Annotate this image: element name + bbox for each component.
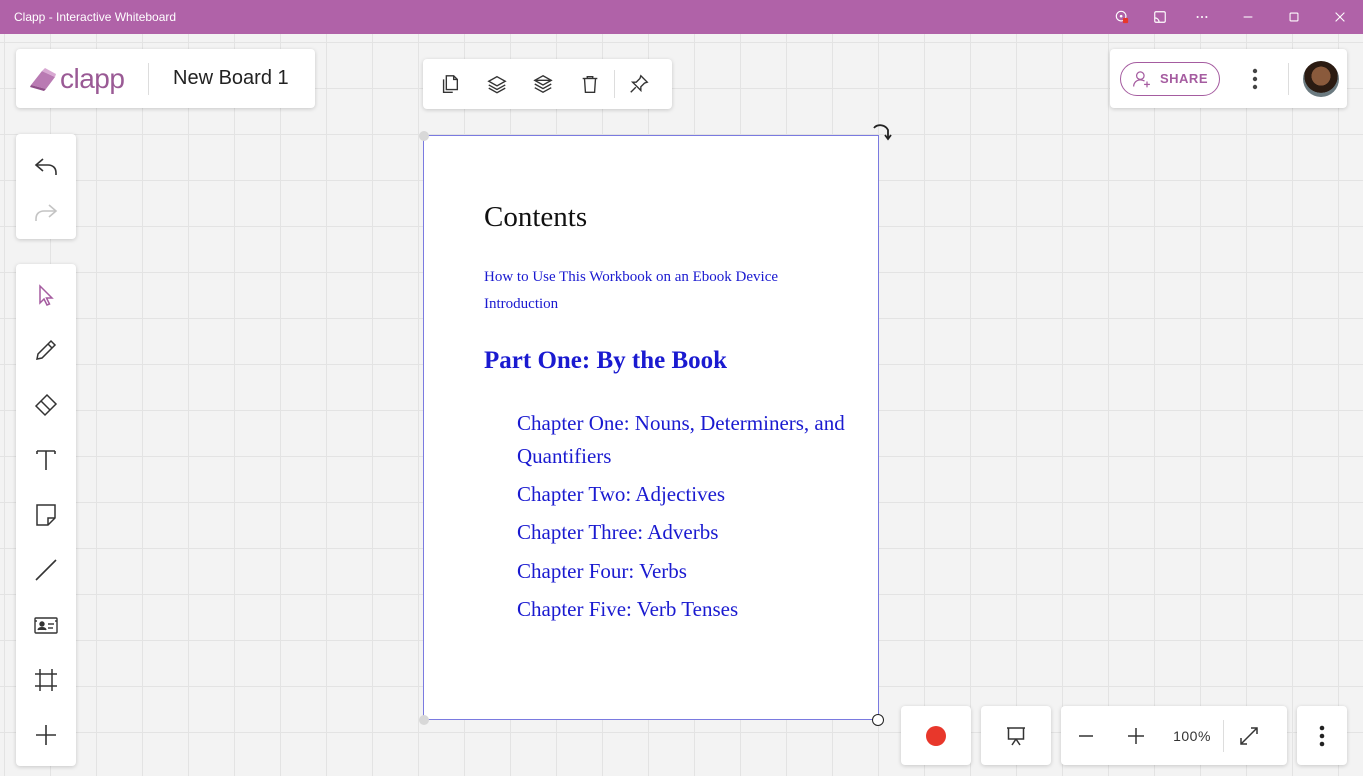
duplicate-icon[interactable] — [427, 59, 474, 109]
toc-link-ebook[interactable]: How to Use This Workbook on an Ebook Dev… — [484, 269, 778, 286]
eraser-icon[interactable] — [16, 377, 76, 432]
fullscreen-icon[interactable] — [1224, 706, 1274, 765]
board-name[interactable]: New Board 1 — [173, 67, 289, 90]
title-bar: Clapp - Interactive Whiteboard — [0, 0, 1363, 34]
add-icon[interactable] — [16, 707, 76, 762]
send-backward-icon[interactable] — [520, 59, 567, 109]
resize-handle-bottom-left[interactable] — [419, 715, 429, 725]
chapter-link-five[interactable]: Chapter Five: Verb Tenses — [517, 593, 857, 626]
record-icon — [926, 725, 946, 746]
sticky-note-icon[interactable] — [16, 487, 76, 542]
present-button[interactable] — [981, 706, 1051, 765]
toc-link-introduction[interactable]: Introduction — [484, 296, 558, 313]
divider — [148, 62, 149, 95]
window-controls — [1103, 0, 1363, 34]
document-page[interactable]: Contents How to Use This Workbook on an … — [423, 135, 879, 720]
tools-panel — [16, 264, 76, 766]
board-header: clapp New Board 1 — [16, 49, 315, 108]
select-icon[interactable] — [16, 267, 76, 322]
frame-icon[interactable] — [16, 652, 76, 707]
history-panel — [16, 134, 76, 239]
object-toolbar — [423, 59, 672, 109]
zoom-out-icon[interactable] — [1061, 706, 1111, 765]
minimize-icon[interactable] — [1225, 0, 1271, 34]
logo-text: clapp — [60, 62, 125, 94]
chapter-link-one[interactable]: Chapter One: Nouns, Determiners, and Qua… — [517, 407, 857, 473]
more-options-icon[interactable] — [1179, 0, 1225, 34]
rotate-handle-icon[interactable] — [870, 120, 894, 144]
app-logo: clapp — [28, 63, 140, 95]
pen-icon[interactable] — [16, 322, 76, 377]
divider — [1288, 62, 1289, 95]
maximize-icon[interactable] — [1271, 0, 1317, 34]
chapter-link-three[interactable]: Chapter Three: Adverbs — [517, 516, 857, 549]
share-button[interactable]: SHARE — [1120, 61, 1220, 96]
redo-icon[interactable] — [16, 190, 76, 236]
presentation-icon — [1007, 726, 1025, 745]
resize-handle-bottom-right[interactable] — [872, 714, 884, 726]
delete-icon[interactable] — [567, 59, 614, 109]
window-title: Clapp - Interactive Whiteboard — [14, 10, 177, 24]
logo-icon — [30, 67, 56, 91]
share-panel: SHARE — [1110, 49, 1347, 108]
record-button[interactable] — [901, 706, 971, 765]
zoom-in-icon[interactable] — [1111, 706, 1161, 765]
avatar[interactable] — [1303, 60, 1339, 97]
pin-icon[interactable] — [616, 59, 663, 109]
kebab-menu-icon[interactable] — [1245, 67, 1265, 91]
divider — [614, 70, 615, 98]
undo-icon[interactable] — [16, 144, 76, 190]
add-person-icon — [1133, 70, 1150, 87]
part-heading[interactable]: Part One: By the Book — [484, 347, 727, 375]
line-icon[interactable] — [16, 542, 76, 597]
cast-icon[interactable] — [1141, 0, 1179, 34]
zoom-controls: 100% — [1061, 706, 1287, 765]
text-icon[interactable] — [16, 432, 76, 487]
resize-handle-top-left[interactable] — [419, 131, 429, 141]
zoom-level[interactable]: 100% — [1161, 728, 1223, 744]
screen-record-icon[interactable] — [1103, 0, 1141, 34]
more-menu-icon[interactable] — [1297, 706, 1347, 765]
media-card-icon[interactable] — [16, 597, 76, 652]
page-title: Contents — [484, 201, 588, 233]
bring-forward-icon[interactable] — [474, 59, 521, 109]
chapter-link-two[interactable]: Chapter Two: Adjectives — [517, 478, 857, 511]
share-label: SHARE — [1159, 71, 1208, 86]
close-icon[interactable] — [1317, 0, 1363, 34]
chapter-link-four[interactable]: Chapter Four: Verbs — [517, 555, 857, 588]
